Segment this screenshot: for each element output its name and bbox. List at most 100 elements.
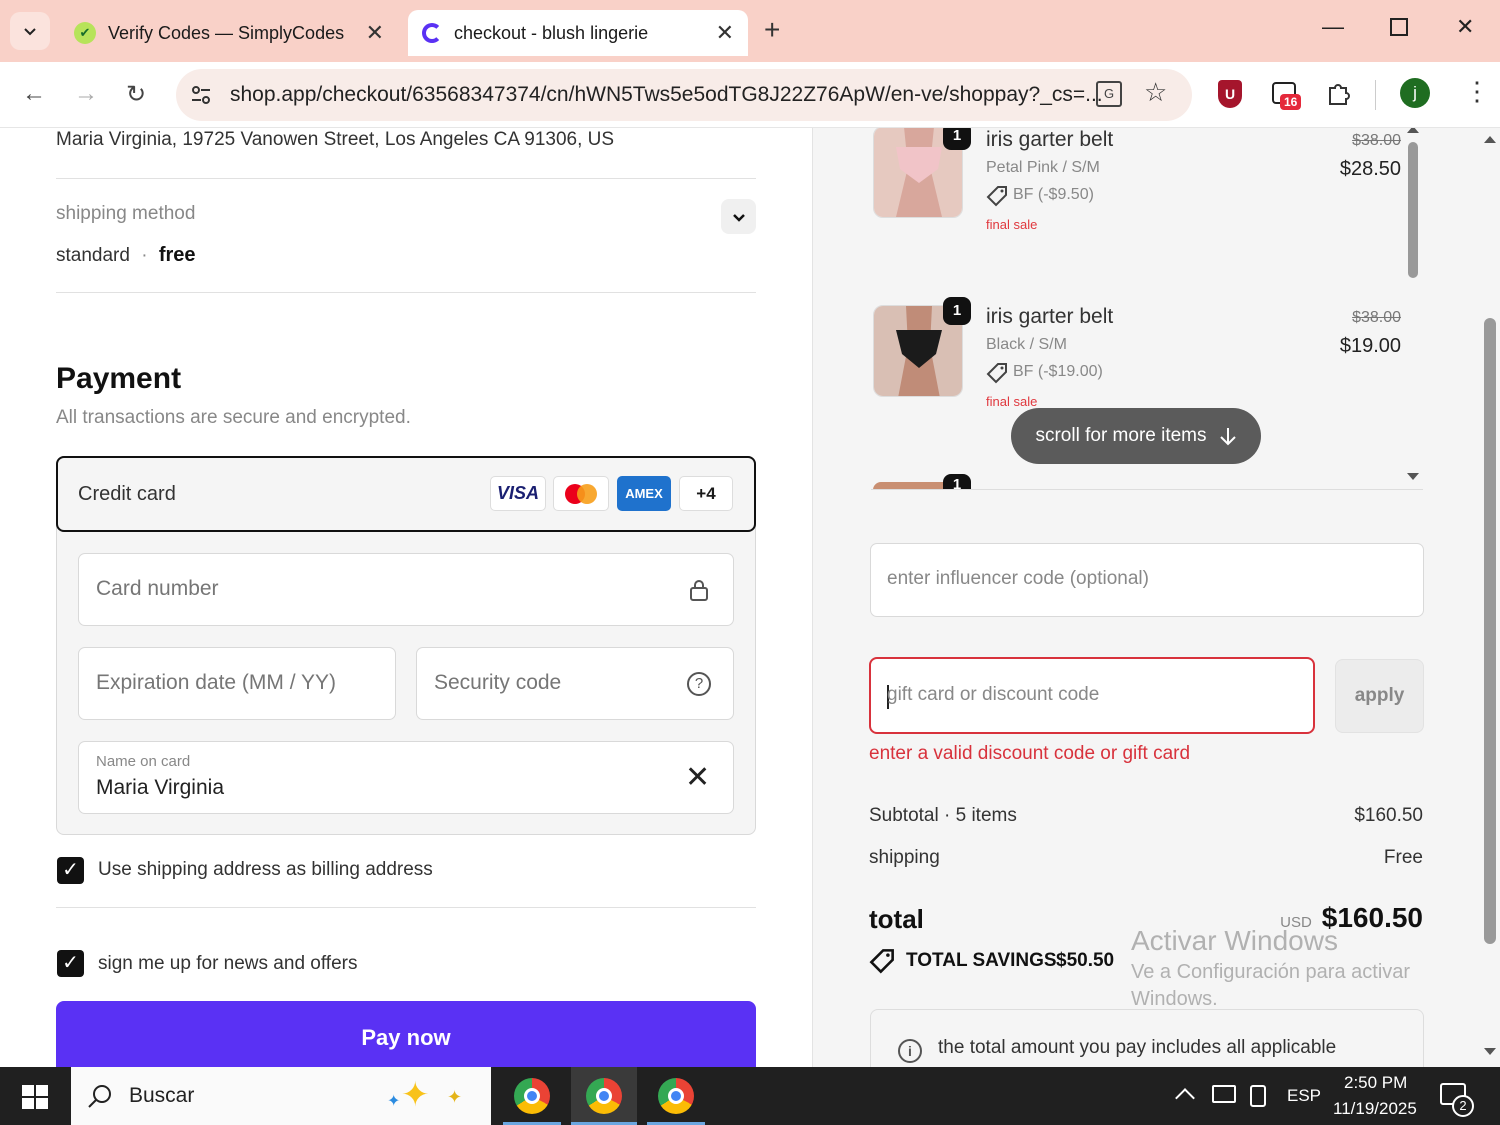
close-icon[interactable]: ✕ — [716, 20, 734, 46]
sparkle-icon: ✦ — [387, 1093, 401, 1110]
credit-card-option[interactable]: Credit card VISA AMEX +4 — [56, 456, 756, 532]
volume-icon[interactable] — [1250, 1085, 1266, 1107]
influencer-placeholder: enter influencer code (optional) — [887, 568, 1149, 589]
newsletter-checkbox[interactable]: ✓ — [57, 950, 84, 977]
shipping-method-value: standard · free — [56, 244, 196, 267]
scroll-down-arrow[interactable] — [1484, 1048, 1496, 1055]
taskbar-search[interactable]: Buscar ✦ ✦ ✦ — [71, 1067, 491, 1125]
final-sale-label: final sale — [986, 217, 1038, 232]
pay-now-button[interactable]: Pay now — [56, 1001, 756, 1067]
clear-icon[interactable]: ✕ — [685, 760, 710, 795]
restore-icon[interactable] — [1390, 18, 1408, 36]
amex-icon: AMEX — [617, 476, 671, 511]
site-settings-icon[interactable] — [190, 84, 212, 106]
shipping-method-price: free — [158, 244, 196, 266]
list-bottom-edge — [871, 489, 1423, 490]
scroll-more-button[interactable]: scroll for more items — [1011, 408, 1261, 464]
minimize-icon[interactable]: — — [1322, 14, 1344, 40]
payment-subtitle: All transactions are secure and encrypte… — [56, 407, 411, 428]
savings-value: $50.50 — [1056, 950, 1115, 971]
billing-checkbox[interactable]: ✓ — [57, 857, 84, 884]
notification-count: 2 — [1452, 1095, 1474, 1117]
tray-chevron-icon[interactable] — [1175, 1088, 1195, 1108]
discount-error: enter a valid discount code or gift card — [869, 743, 1191, 764]
name-on-card-field[interactable]: Name on card Maria Virginia ✕ — [78, 741, 734, 814]
new-tab-button[interactable]: + — [764, 14, 780, 46]
more-cards-badge: +4 — [679, 476, 733, 511]
shop-icon — [422, 23, 442, 43]
influencer-code-field[interactable]: enter influencer code (optional) — [870, 543, 1424, 617]
pay-now-label: Pay now — [361, 1025, 451, 1050]
simplycodes-icon: ✔ — [74, 22, 96, 44]
item-variant: Petal Pink / S/M — [986, 159, 1100, 176]
name-on-card-label: Name on card — [96, 753, 191, 770]
arrow-down-icon — [1219, 428, 1236, 446]
shipping-method-toggle[interactable] — [721, 199, 756, 234]
quantity-badge: 1 — [943, 128, 971, 150]
back-icon[interactable]: ← — [22, 80, 46, 108]
quantity-badge: 1 — [943, 474, 971, 490]
chrome-icon-center — [524, 1088, 540, 1104]
close-window-icon[interactable]: ✕ — [1456, 14, 1474, 40]
shipping-method-name: standard — [56, 245, 130, 266]
clock-date[interactable]: 11/19/2025 — [1333, 1099, 1417, 1119]
sparkle-icon: ✦ — [401, 1076, 430, 1114]
menu-icon[interactable]: ⋮ — [1464, 78, 1490, 104]
lock-icon — [690, 580, 708, 601]
windows-icon — [22, 1085, 48, 1109]
credit-card-label: Credit card — [78, 483, 176, 505]
name-on-card-value: Maria Virginia — [96, 776, 224, 799]
close-icon[interactable]: ✕ — [366, 20, 384, 46]
item-title: iris garter belt — [986, 305, 1114, 328]
scroll-thumb[interactable] — [1408, 142, 1418, 278]
search-label: Buscar — [129, 1084, 195, 1107]
address-bar[interactable]: shop.app/checkout/63568347374/cn/hWN5Tws… — [176, 69, 1192, 121]
forward-icon[interactable]: → — [74, 80, 98, 108]
final-sale-label: final sale — [986, 394, 1038, 409]
expiration-field[interactable]: Expiration date (MM / YY) — [78, 647, 396, 720]
scroll-thumb[interactable] — [1484, 318, 1496, 944]
tag-icon — [986, 186, 1007, 207]
start-button[interactable] — [22, 1085, 48, 1109]
help-icon[interactable]: ? — [687, 672, 711, 696]
chrome-app-button[interactable] — [571, 1067, 637, 1125]
scroll-up-arrow[interactable] — [1484, 136, 1496, 143]
watermark-line1: Ve a Configuración para activar — [1131, 961, 1411, 983]
shipping-label: shipping — [869, 847, 940, 868]
scroll-up-arrow[interactable] — [1407, 128, 1419, 133]
language-indicator[interactable]: ESP — [1287, 1086, 1321, 1106]
payment-heading: Payment — [56, 362, 182, 395]
items-scrollbar[interactable] — [1407, 128, 1419, 486]
puzzle-icon[interactable] — [1324, 80, 1352, 108]
chrome-app-button[interactable] — [503, 1067, 561, 1125]
card-number-field[interactable]: Card number — [78, 553, 734, 626]
translate-icon[interactable]: G — [1096, 81, 1122, 107]
chrome-app-button[interactable] — [647, 1067, 705, 1125]
discount-code-field[interactable]: gift card or discount code — [869, 657, 1315, 734]
clock-time[interactable]: 2:50 PM — [1344, 1073, 1407, 1093]
tab-simplycodes[interactable]: ✔ Verify Codes — SimplyCodes ✕ — [60, 10, 398, 56]
bookmark-star-icon[interactable]: ☆ — [1144, 77, 1167, 108]
page-scrollbar[interactable] — [1481, 128, 1499, 1067]
browser-toolbar: ← → ↻ shop.app/checkout/63568347374/cn/h… — [0, 62, 1500, 128]
scroll-down-arrow[interactable] — [1407, 473, 1419, 480]
reload-icon[interactable]: ↻ — [126, 80, 146, 109]
total-label: total — [869, 904, 924, 934]
ublock-icon[interactable]: U — [1218, 80, 1242, 108]
shipping-method-label: shipping method — [56, 203, 196, 224]
mastercard-icon — [553, 476, 609, 511]
apply-button[interactable]: apply — [1335, 659, 1424, 733]
scroll-hint-label: scroll for more items — [1035, 425, 1207, 446]
security-code-field[interactable]: Security code ? — [416, 647, 734, 720]
profile-avatar[interactable]: j — [1400, 78, 1430, 108]
tab-search-button[interactable] — [10, 12, 50, 50]
chevron-down-icon — [24, 28, 36, 36]
sparkle-icon: ✦ — [447, 1087, 463, 1107]
tab-checkout[interactable]: checkout - blush lingerie ✕ — [408, 10, 748, 56]
network-icon[interactable] — [1212, 1085, 1236, 1103]
watermark-line2: Windows. — [1131, 988, 1218, 1010]
item-old-price: $38.00 — [1352, 309, 1401, 326]
divider — [56, 907, 756, 908]
activation-watermark: Activar Windows Ve a Configuración para … — [1131, 925, 1410, 1011]
discount-placeholder: gift card or discount code — [887, 684, 1100, 705]
